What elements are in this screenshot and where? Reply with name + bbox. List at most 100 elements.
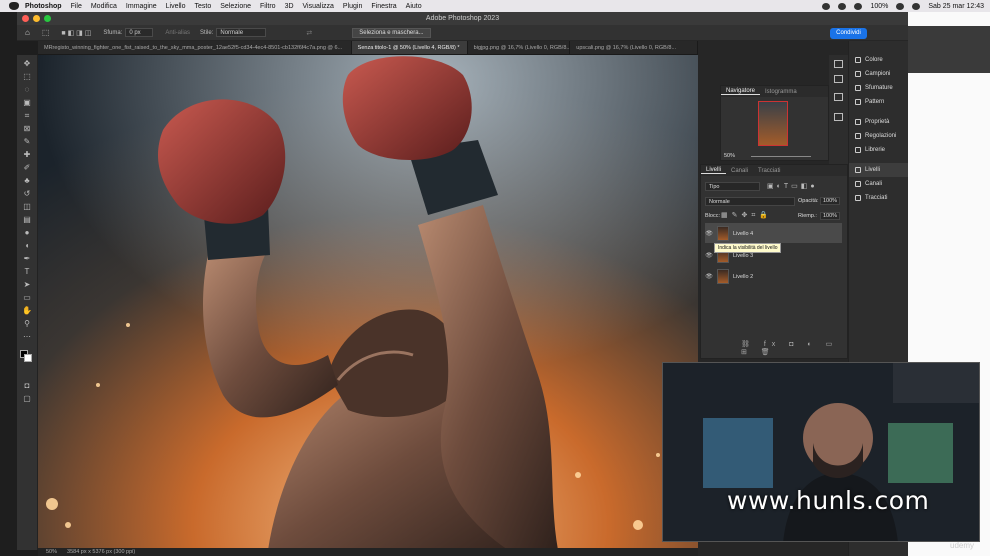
healing-tool-icon[interactable]: ✚	[22, 150, 32, 159]
blur-tool-icon[interactable]: ●	[22, 228, 32, 237]
quick-mask-icon[interactable]: ◘	[22, 381, 32, 390]
actions-icon[interactable]	[834, 75, 843, 83]
menu-file[interactable]: File	[71, 3, 82, 10]
visibility-eye-icon[interactable]: 👁	[705, 252, 713, 259]
menu-selezione[interactable]: Selezione	[220, 3, 251, 10]
layer-row[interactable]: 👁 Livello 2	[705, 267, 840, 286]
brush-tool-icon[interactable]: ✐	[22, 163, 32, 172]
menu-testo[interactable]: Testo	[195, 3, 212, 10]
menu-photoshop[interactable]: Photoshop	[25, 3, 62, 10]
tab-upscali[interactable]: upscali.png @ 16,7% (Livello 0, RGB/8...	[570, 41, 699, 54]
tab-livelli[interactable]: Livelli	[701, 167, 727, 174]
menu-3d[interactable]: 3D	[285, 3, 294, 10]
color-swatches-icon[interactable]	[20, 350, 32, 362]
tab-senza-titolo[interactable]: Senza titolo-1 @ 50% (Livello 4, RGB/8) …	[351, 41, 468, 54]
tab-navigator[interactable]: Navigatore	[721, 88, 761, 95]
search-icon[interactable]	[912, 2, 921, 10]
panel-sfumature[interactable]: Sfumature	[849, 81, 908, 95]
close-button[interactable]	[22, 15, 29, 22]
lock-icons[interactable]: ▦✎✥⌗🔒	[721, 211, 772, 220]
layer-name[interactable]: Livello 4	[733, 231, 753, 237]
share-button[interactable]: Condividi	[830, 28, 867, 39]
menu-plugin[interactable]: Plugin	[343, 3, 362, 10]
style-select[interactable]: Normale	[216, 28, 267, 37]
crop-tool-icon[interactable]: ⌗	[22, 111, 32, 120]
menu-livello[interactable]: Livello	[166, 3, 186, 10]
object-select-tool-icon[interactable]: ▣	[22, 98, 32, 107]
lasso-tool-icon[interactable]: ◌	[22, 85, 32, 94]
pen-tool-icon[interactable]: ✒	[22, 254, 32, 263]
layer-filter-icons[interactable]: ▣◐T▭◧●	[767, 182, 818, 190]
more-tools-icon[interactable]: ⋯	[22, 332, 32, 341]
tab-istogramma[interactable]: Istogramma	[760, 89, 802, 95]
navigator-zoom[interactable]: 50%	[724, 153, 735, 159]
menu-modifica[interactable]: Modifica	[91, 3, 117, 10]
layer-footer-icons[interactable]: ⛓ fx ◘ ◐ ▭ ⊞ 🗑	[741, 340, 847, 356]
panel-campioni[interactable]: Campioni	[849, 67, 908, 81]
panel-librerie[interactable]: Librerie	[849, 143, 908, 157]
zoom-button[interactable]	[44, 15, 51, 22]
menu-visualizza[interactable]: Visualizza	[303, 3, 334, 10]
info-icon[interactable]	[834, 113, 843, 121]
marquee-tool-icon[interactable]: ⬚	[22, 72, 32, 81]
marquee-tool-icon[interactable]: ⬚	[42, 28, 50, 37]
bluetooth-icon[interactable]	[854, 2, 863, 10]
visibility-eye-icon[interactable]: 👁	[705, 273, 713, 280]
layer-name[interactable]: Livello 2	[733, 274, 753, 280]
history-icon[interactable]	[834, 60, 843, 68]
opacity-input[interactable]: 100%	[820, 197, 841, 205]
panel-regolazioni[interactable]: Regolazioni	[849, 129, 908, 143]
screen-mode-icon[interactable]: ▢	[22, 394, 32, 403]
clock[interactable]: Sab 25 mar 12:43	[928, 3, 984, 10]
feather-input[interactable]: 0 px	[125, 28, 154, 37]
history-brush-icon[interactable]: ↺	[22, 189, 32, 198]
width-height-fields[interactable]: ⇄	[306, 29, 312, 37]
zoom-tool-icon[interactable]: ⚲	[22, 319, 32, 328]
blend-mode-select[interactable]: Normale	[705, 197, 795, 206]
tab-tracciati[interactable]: Tracciati	[753, 168, 785, 174]
navigator-thumbnail[interactable]	[758, 101, 788, 146]
navigator-zoom-slider[interactable]	[751, 156, 811, 157]
selection-mode-icons[interactable]: ■ ◧ ◨ ◫	[61, 29, 91, 37]
rectangle-tool-icon[interactable]: ▭	[22, 293, 32, 302]
layer-name[interactable]: Livello 3	[733, 253, 753, 259]
panel-canali[interactable]: Canali	[849, 177, 908, 191]
menu-immagine[interactable]: Immagine	[126, 3, 157, 10]
frame-tool-icon[interactable]: ⊠	[22, 124, 32, 133]
menu-finestra[interactable]: Finestra	[371, 3, 396, 10]
wifi-icon[interactable]	[896, 2, 905, 10]
tab-bigjpg[interactable]: bigjpg.png @ 16,7% (Livello 0, RGB/8...	[468, 41, 571, 54]
panel-tracciati[interactable]: Tracciati	[849, 191, 908, 205]
eraser-tool-icon[interactable]: ◫	[22, 202, 32, 211]
panel-livelli[interactable]: Livelli	[849, 163, 908, 177]
apple-icon[interactable]	[9, 2, 19, 10]
antialias-checkbox[interactable]: Anti-alias	[165, 30, 190, 36]
status-icon[interactable]	[822, 2, 831, 10]
minimize-button[interactable]	[33, 15, 40, 22]
layer-filter-select[interactable]: Tipo	[705, 182, 760, 191]
gradient-tool-icon[interactable]: ▤	[22, 215, 32, 224]
tab-canali[interactable]: Canali	[726, 168, 753, 174]
menu-filtro[interactable]: Filtro	[260, 3, 276, 10]
select-and-mask-button[interactable]: Seleziona e maschera...	[352, 27, 431, 38]
panel-colore[interactable]: Colore	[849, 53, 908, 67]
panel-proprieta[interactable]: Proprietà	[849, 115, 908, 129]
visibility-eye-icon[interactable]: 👁	[705, 230, 713, 237]
document-canvas[interactable]	[38, 55, 698, 550]
stamp-tool-icon[interactable]: ♣	[22, 176, 32, 185]
dodge-tool-icon[interactable]: ◖	[22, 241, 32, 250]
home-icon[interactable]: ⌂	[25, 28, 30, 37]
panel-pattern[interactable]: Pattern	[849, 95, 908, 109]
fill-input[interactable]: 100%	[820, 212, 841, 220]
eyedropper-tool-icon[interactable]: ✎	[22, 137, 32, 146]
menu-aiuto[interactable]: Aiuto	[406, 3, 422, 10]
zoom-level[interactable]: 50%	[46, 549, 57, 555]
move-tool-icon[interactable]: ✥	[22, 59, 32, 68]
status-icon[interactable]	[838, 2, 847, 10]
layer-row[interactable]: 👁 Livello 4	[705, 224, 840, 243]
navigator-icon[interactable]	[834, 93, 843, 101]
type-tool-icon[interactable]: T	[22, 267, 32, 276]
tab-mrregisto-fighter[interactable]: MRregisto_winning_fighter_one_fist_raise…	[38, 41, 352, 54]
path-select-tool-icon[interactable]: ➤	[22, 280, 32, 289]
hand-tool-icon[interactable]: ✋	[22, 306, 32, 315]
